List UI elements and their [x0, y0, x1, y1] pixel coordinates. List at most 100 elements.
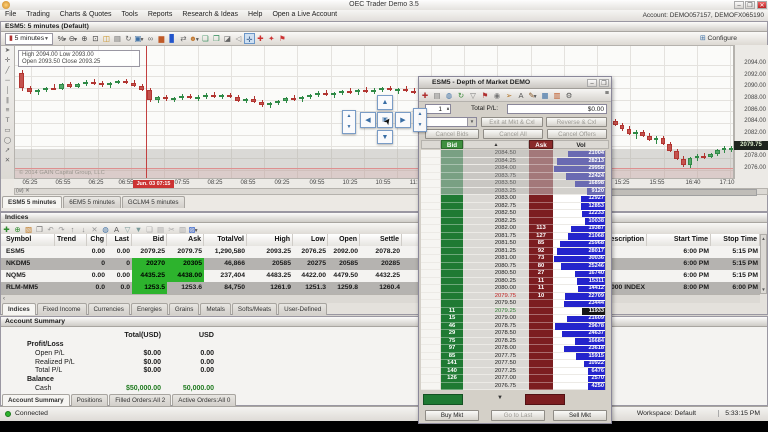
menu-reports[interactable]: Reports — [143, 10, 178, 19]
ladder-scroll-track[interactable] — [605, 195, 609, 203]
time-axis[interactable]: 05:2505:5506:2506:5507:5508:2508:5509:25… — [14, 179, 768, 188]
bid-cell[interactable] — [441, 383, 463, 391]
ask-cell[interactable] — [529, 150, 553, 158]
arrow-tool-icon[interactable]: ➚ — [2, 146, 14, 156]
ask-cell[interactable] — [529, 195, 553, 203]
column-header-totalvol[interactable]: TotalVol — [204, 234, 247, 246]
ask-cell[interactable]: 73 — [529, 255, 553, 263]
sell-mkt-button[interactable]: Sell Mkt — [553, 410, 607, 421]
ask-cell[interactable] — [529, 203, 553, 211]
zoom-area-icon[interactable]: ⊡ — [90, 33, 101, 44]
ladder-scroll-track[interactable] — [605, 383, 609, 391]
order-cell[interactable] — [421, 270, 441, 278]
column-header-start-time[interactable]: Start Time — [647, 234, 711, 246]
fibonacci-tool-icon[interactable]: ≡ — [2, 106, 14, 116]
market-tab-softs-meats[interactable]: Softs/Meats — [232, 303, 277, 315]
ask-cell[interactable] — [529, 375, 553, 383]
quotes-panel-title[interactable]: Indices — [1, 213, 767, 223]
chart-tab-6em5-5-minutes[interactable]: 6EM5 5 minutes — [63, 196, 121, 208]
menu-research-ideas[interactable]: Research & Ideas — [177, 10, 243, 19]
order-cell[interactable] — [421, 278, 441, 286]
bid-cell[interactable] — [441, 225, 463, 233]
bid-cell[interactable]: 97 — [441, 345, 463, 353]
bid-cell[interactable] — [441, 165, 463, 173]
order-cell[interactable] — [421, 300, 441, 308]
bid-cell[interactable] — [441, 233, 463, 241]
page-icon[interactable]: ▤ — [112, 33, 123, 44]
bid-cell[interactable]: 85 — [441, 353, 463, 361]
bid-cell[interactable] — [441, 270, 463, 278]
ask-cell[interactable] — [529, 368, 553, 376]
bid-cell[interactable] — [441, 300, 463, 308]
ask-cell[interactable] — [529, 383, 553, 391]
brush-icon[interactable]: ✎▼ — [527, 90, 539, 101]
ask-cell[interactable]: 92 — [529, 248, 553, 256]
ask-cell[interactable]: 11 — [529, 278, 553, 286]
ask-cell[interactable] — [529, 345, 553, 353]
bid-cell[interactable] — [441, 285, 463, 293]
ladder-scroll-track[interactable] — [605, 225, 609, 233]
account-tab-filled-orders-all-2[interactable]: Filled Orders:All 2 — [109, 394, 171, 406]
ladder-scroll-track[interactable] — [605, 210, 609, 218]
ladder-scroll-track[interactable] — [605, 233, 609, 241]
menu-charts-quotes[interactable]: Charts & Quotes — [55, 10, 117, 19]
ladder-scroll-track[interactable] — [605, 180, 609, 188]
order-cell[interactable] — [421, 195, 441, 203]
go-to-last-button[interactable]: Go to Last — [491, 410, 545, 421]
ask-cell[interactable] — [529, 300, 553, 308]
refresh-icon[interactable]: ↻ — [455, 90, 467, 101]
ladder-scroll-track[interactable] — [605, 353, 609, 361]
menu-file[interactable]: File — [0, 10, 21, 19]
chart-window-title[interactable]: ESM5: 5 minutes (Default) — [1, 22, 767, 32]
crosshair-icon[interactable]: ✛ — [244, 33, 255, 44]
order-cell[interactable] — [421, 360, 441, 368]
ask-cell[interactable]: 10 — [529, 293, 553, 301]
reverse-button[interactable]: Reverse & Cxl — [546, 117, 607, 127]
percent-icon[interactable]: %▼ — [57, 33, 68, 44]
minimize-button[interactable]: – — [734, 1, 744, 9]
ask-cell[interactable] — [529, 188, 553, 196]
ask-cell[interactable] — [529, 180, 553, 188]
order-cell[interactable] — [421, 255, 441, 263]
ladder-scroll-track[interactable] — [605, 308, 609, 316]
ask-cell[interactable] — [529, 338, 553, 346]
flag-icon[interactable]: ⚑ — [277, 33, 288, 44]
ladder-scroll-track[interactable] — [605, 338, 609, 346]
marker-down-icon[interactable]: ✦ — [266, 33, 277, 44]
hline-tool-icon[interactable]: ─ — [2, 76, 14, 86]
order-cell[interactable] — [421, 375, 441, 383]
column-header-symbol[interactable]: Symbol — [4, 234, 55, 246]
ask-cell[interactable] — [529, 308, 553, 316]
order-cell[interactable] — [421, 293, 441, 301]
column-header-low[interactable]: Low — [293, 234, 328, 246]
bid-cell[interactable] — [441, 255, 463, 263]
ask-cell[interactable]: 80 — [529, 263, 553, 271]
bid-cell[interactable] — [441, 150, 463, 158]
ladder-scroll-track[interactable] — [605, 248, 609, 256]
globe-icon[interactable]: ◍ — [443, 90, 455, 101]
market-tab-metals[interactable]: Metals — [200, 303, 231, 315]
order-cell[interactable] — [421, 285, 441, 293]
table-row[interactable]: NKDM500202702030546,86620585202752058520… — [1, 258, 760, 270]
order-cell[interactable] — [421, 263, 441, 271]
ladder-scroll-track[interactable] — [605, 315, 609, 323]
ask-cell[interactable] — [529, 323, 553, 331]
order-cell[interactable] — [421, 368, 441, 376]
ask-cell[interactable] — [529, 165, 553, 173]
account-panel-title[interactable]: Account Summary — [1, 317, 767, 327]
zoom-out-icon[interactable]: ⊖▼ — [68, 33, 79, 44]
chart-tab-esm5-5-minutes[interactable]: ESM5 5 minutes — [2, 196, 62, 208]
ask-cell[interactable] — [529, 218, 553, 226]
ladder-scroll-track[interactable] — [605, 150, 609, 158]
ask-cell[interactable]: 11 — [529, 285, 553, 293]
market-tab-grains[interactable]: Grains — [169, 303, 200, 315]
ladder-scroll-track[interactable] — [605, 300, 609, 308]
bid-cell[interactable]: 11 — [441, 308, 463, 316]
profile-icon[interactable]: ☻▼ — [189, 33, 200, 44]
price-axis[interactable]: 2094.002092.002090.002088.002086.002084.… — [734, 45, 768, 179]
bid-column-header[interactable]: Bid — [441, 140, 463, 149]
ask-cell[interactable] — [529, 158, 553, 166]
order-cell[interactable] — [421, 165, 441, 173]
ask-cell[interactable] — [529, 330, 553, 338]
order-cell[interactable] — [421, 248, 441, 256]
